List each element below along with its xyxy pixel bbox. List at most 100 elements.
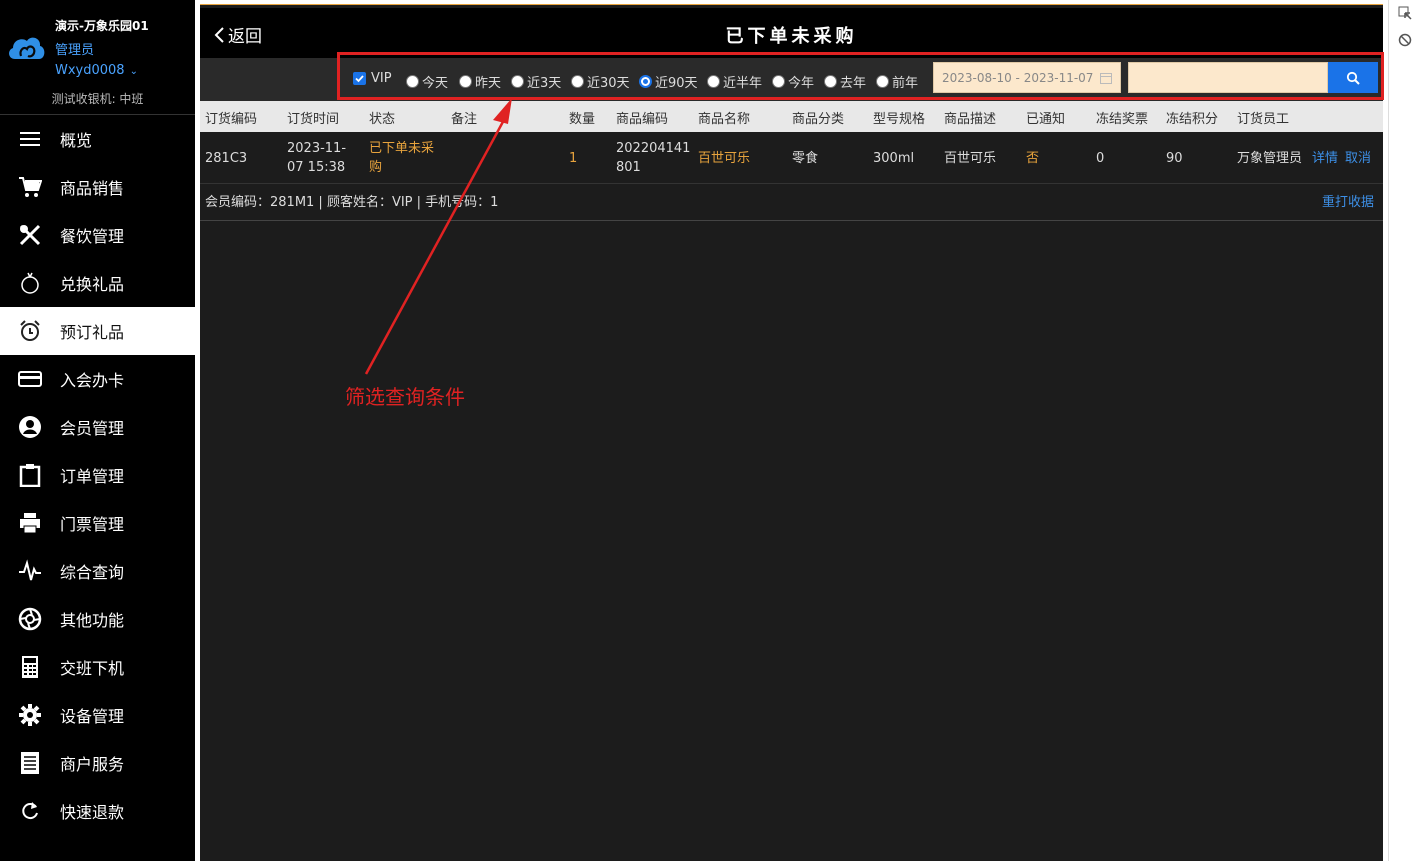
cell-frozen-points: 90 [1166,151,1183,166]
sidebar-item-other-functions[interactable]: 其他功能 [0,595,195,643]
search-button[interactable] [1328,62,1378,93]
refresh-icon [0,799,60,823]
range-radio-today[interactable]: 今天 [406,72,448,91]
sidebar-item-overview[interactable]: 概览 [0,115,195,163]
sidebar-item-quick-refund[interactable]: 快速退款 [0,787,195,835]
member-info-row: 会员编码：281M1 | 顾客姓名：VIP | 手机号码：1 重打收据 [200,185,1383,221]
range-radio-this-year[interactable]: 今年 [772,72,814,91]
range-radio-30days[interactable]: 近30天 [571,72,630,91]
sidebar-item-label: 预订礼品 [60,323,125,342]
cashier-info: 测试收银机: 中班 [51,92,144,106]
printer-icon [0,511,60,535]
date-range-picker[interactable]: 2023-08-10 - 2023-11-07 [933,62,1121,93]
credit-card-icon [0,367,60,391]
range-radio-90days[interactable]: 近90天 [639,72,698,91]
cell-status-line1: 已下单未采 [369,141,435,156]
cloud-logo-icon [9,37,45,59]
range-radio-last-year[interactable]: 去年 [824,72,866,91]
column-header: 数量 [569,112,596,127]
column-header: 商品描述 [944,112,997,127]
sidebar-item-label: 商户服务 [60,755,125,774]
cell-category: 零食 [792,151,819,166]
radio-label: 近半年 [723,76,763,91]
column-header: 订货员工 [1237,112,1290,127]
member-info-text: 会员编码：281M1 | 顾客姓名：VIP | 手机号码：1 [205,195,499,210]
radio-label: 前年 [892,76,919,91]
user-dropdown[interactable]: Wxyd0008 ⌄ [55,63,138,78]
sidebar-item-redeem-gift[interactable]: 兑换礼品 [0,259,195,307]
column-header: 冻结奖票 [1096,112,1149,127]
sidebar-item-order-management[interactable]: 订单管理 [0,451,195,499]
filter-bar: VIP 今天 昨天 近3天 近30天 近90天 近半年 今年 去年 前年 202… [200,52,1384,101]
sidebar-item-merchant-service[interactable]: 商户服务 [0,739,195,787]
date-range-value: 2023-08-10 - 2023-11-07 [942,71,1094,85]
detail-link[interactable]: 详情 [1312,149,1338,168]
sidebar-item-member-management[interactable]: 会员管理 [0,403,195,451]
table-row[interactable]: 281C3 2023-11- 07 15:38 已下单未采 购 1 202204… [200,132,1383,184]
column-header: 备注 [451,112,478,127]
radio-label: 近90天 [655,76,698,91]
menu-icon [0,127,60,151]
block-icon[interactable] [1398,33,1412,47]
inspect-icon[interactable] [1398,6,1412,20]
range-radio-3days[interactable]: 近3天 [511,72,561,91]
column-header: 状态 [369,112,396,127]
range-radio-half-year[interactable]: 近半年 [707,72,762,91]
column-header: 已通知 [1026,112,1066,127]
radio-icon [459,75,472,88]
radio-selected-icon [639,75,652,88]
annotation-label: 筛选查询条件 [345,385,465,409]
sidebar-item-catering[interactable]: 餐饮管理 [0,211,195,259]
radio-icon [772,75,785,88]
pulse-icon [0,559,60,583]
devtools-panel [1388,0,1423,861]
radio-label: 今年 [788,76,815,91]
radio-label: 近3天 [527,76,562,91]
range-radio-year-before[interactable]: 前年 [876,72,918,91]
search-input[interactable] [1128,62,1328,93]
sidebar-item-label: 概览 [60,131,93,150]
user-icon [0,415,60,439]
radio-icon [406,75,419,88]
cell-notified: 否 [1026,151,1040,166]
cell-status-line2: 购 [369,160,383,175]
table-header: 订货编码 订货时间 状态 备注 数量 商品编码 商品名称 商品分类 型号规格 商… [200,101,1383,132]
radio-icon [824,75,837,88]
sidebar-item-reserve-gift[interactable]: 预订礼品 [0,307,195,355]
gear-icon [0,703,60,727]
cell-spec: 300ml [873,151,915,166]
sidebar-item-device-management[interactable]: 设备管理 [0,691,195,739]
reprint-receipt-link[interactable]: 重打收据 [1322,193,1374,212]
sidebar-item-shift-handover[interactable]: 交班下机 [0,643,195,691]
sidebar-item-sales[interactable]: 商品销售 [0,163,195,211]
title-bar: 返回 已下单未采购 [200,8,1383,58]
sidebar-item-label: 门票管理 [60,515,125,534]
radio-label: 近30天 [587,76,630,91]
profile-panel: 演示-万象乐园01 管理员 Wxyd0008 ⌄ 测试收银机: 中班 [0,0,195,115]
sidebar-item-label: 交班下机 [60,659,125,678]
calculator-icon [0,655,60,679]
cancel-link[interactable]: 取消 [1345,149,1371,168]
sidebar-nav: 概览 商品销售 餐饮管理 兑换礼品 预订礼品 入会办卡 会员管理 订单管理 门票… [0,115,195,835]
range-radio-yesterday[interactable]: 昨天 [459,72,501,91]
cell-item-code-line1: 202204141 [616,141,691,156]
document-icon [0,751,60,775]
sidebar-item-label: 兑换礼品 [60,275,125,294]
radio-icon [571,75,584,88]
radio-label: 去年 [840,76,867,91]
sidebar-item-label: 其他功能 [60,611,125,630]
sidebar: 演示-万象乐园01 管理员 Wxyd0008 ⌄ 测试收银机: 中班 概览 商品销… [0,0,195,861]
sidebar-item-label: 商品销售 [60,179,125,198]
sidebar-item-label: 餐饮管理 [60,227,125,246]
cell-order-code: 281C3 [205,151,248,166]
column-header: 冻结积分 [1166,112,1219,127]
vip-checkbox[interactable]: VIP [353,71,392,86]
sidebar-item-membership-card[interactable]: 入会办卡 [0,355,195,403]
sidebar-item-general-query[interactable]: 综合查询 [0,547,195,595]
column-header: 商品分类 [792,112,845,127]
radio-icon [707,75,720,88]
cell-frozen-tickets: 0 [1096,151,1105,166]
sidebar-item-ticket-management[interactable]: 门票管理 [0,499,195,547]
cell-item-code-line2: 801 [616,160,641,175]
search-icon [1346,71,1360,85]
